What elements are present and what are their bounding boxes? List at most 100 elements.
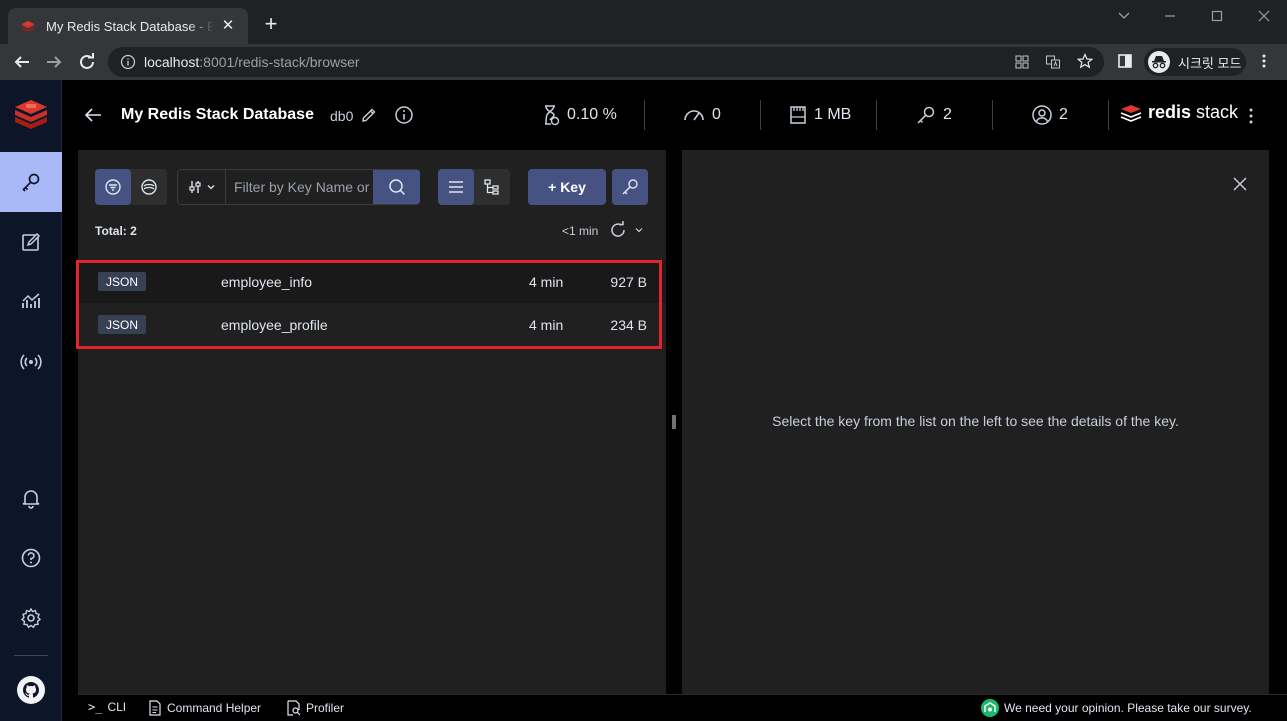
browser-tab[interactable]: My Redis Stack Database - Browser ✕ [8, 8, 248, 44]
sidebar-item-browser[interactable] [0, 152, 62, 212]
key-list-panel: + Key Total: 2 <1 min JSON employee_info… [78, 150, 666, 694]
survey-link[interactable]: We need your opinion. Please take our su… [981, 699, 1252, 717]
info-icon[interactable] [394, 105, 414, 125]
key-icon [22, 173, 40, 192]
stat-divider [1108, 100, 1109, 130]
user-icon [1032, 105, 1052, 125]
document-icon [149, 700, 161, 716]
clients-stat: 2 [1031, 100, 1068, 130]
sidebar-item-help[interactable] [0, 528, 62, 588]
bulk-actions-button[interactable] [612, 169, 648, 205]
pencil-icon[interactable] [360, 107, 377, 124]
back-arrow-icon[interactable] [82, 104, 104, 126]
sidebar-divider [14, 655, 48, 656]
database-name: My Redis Stack Database [121, 106, 314, 123]
cli-button[interactable]: >_ CLI [88, 700, 126, 714]
profile-label: 시크릿 모드 [1178, 55, 1242, 71]
command-helper-label: Command Helper [167, 701, 262, 715]
pattern-search-button[interactable] [95, 169, 131, 205]
sidebar-item-notifications[interactable] [0, 468, 62, 528]
sidebar-item-analysis[interactable] [0, 272, 62, 332]
key-type-badge: JSON [98, 272, 146, 291]
database-header: My Redis Stack Database db0 0.10 % 0 1 M… [62, 80, 1287, 150]
database-index: db0 [330, 108, 354, 124]
memory-card-icon [790, 106, 806, 124]
redis-logo-icon [15, 100, 47, 129]
speedometer-icon [684, 110, 704, 121]
filter-icon [105, 179, 121, 195]
incognito-icon [1148, 51, 1170, 73]
key-size: 927 B [610, 273, 647, 290]
refresh-icon[interactable] [609, 221, 627, 239]
search-mode-toggle [95, 169, 167, 205]
more-options-icon[interactable] [1248, 106, 1254, 126]
tab-close-icon[interactable]: ✕ [220, 18, 236, 34]
close-window-icon[interactable] [1250, 6, 1278, 26]
ops-stat: 0 [682, 100, 721, 130]
wrench-key-icon [622, 179, 638, 195]
cli-label: CLI [107, 700, 127, 714]
redis-favicon-icon [22, 21, 34, 32]
translate-icon[interactable] [1045, 54, 1061, 70]
forward-icon[interactable] [42, 50, 66, 74]
profiler-button[interactable]: Profiler [286, 700, 344, 716]
sidebar-item-settings[interactable] [0, 588, 62, 648]
minimize-icon[interactable] [1156, 6, 1184, 26]
search-icon [388, 179, 405, 196]
main-sidebar [0, 80, 62, 721]
key-name: employee_info [221, 273, 313, 290]
github-icon[interactable] [17, 676, 45, 704]
address-bar[interactable]: localhost:8001/redis-stack/browser [108, 47, 1104, 77]
list-view-button[interactable] [438, 169, 474, 205]
key-ttl: 4 min [529, 273, 564, 290]
close-icon[interactable] [1233, 177, 1247, 191]
sidebar-item-pub-sub[interactable] [0, 332, 62, 392]
search-button[interactable] [373, 170, 420, 204]
chevron-down-icon[interactable] [634, 225, 644, 235]
stat-divider [760, 100, 761, 130]
tree-icon [484, 179, 499, 195]
key-filter-input[interactable] [234, 170, 374, 204]
browser-menu-icon[interactable] [1260, 53, 1268, 69]
terminal-icon: >_ [88, 700, 103, 714]
site-info-icon[interactable] [120, 54, 136, 70]
clients-value: 2 [1059, 106, 1068, 123]
panel-resize-handle[interactable] [670, 414, 678, 430]
stat-divider [992, 100, 993, 130]
url-host: localhost [144, 54, 200, 70]
bookmark-star-icon[interactable] [1077, 53, 1093, 69]
stat-divider [644, 100, 645, 130]
redisearch-button[interactable] [131, 169, 167, 205]
gear-icon [20, 607, 42, 629]
maximize-icon[interactable] [1203, 6, 1231, 26]
back-icon[interactable] [10, 50, 34, 74]
list-icon [449, 181, 463, 193]
command-helper-button[interactable]: Command Helper [148, 700, 261, 716]
bottom-bar: >_ CLI Command Helper Profiler We need y… [78, 694, 1287, 721]
survey-label: We need your opinion. Please take our su… [1004, 701, 1252, 715]
apps-grid-icon[interactable] [1014, 54, 1030, 70]
reload-icon[interactable] [75, 50, 99, 74]
cpu-value: 0.10 % [567, 106, 617, 123]
redis-stack-brand: redis stack [1120, 102, 1238, 123]
incognito-profile-button[interactable]: 시크릿 모드 [1144, 48, 1246, 76]
profiler-label: Profiler [306, 701, 345, 715]
brand-bold: redis [1148, 102, 1192, 122]
bell-icon [22, 490, 40, 509]
side-panel-icon[interactable] [1117, 53, 1133, 69]
add-key-button[interactable]: + Key [528, 169, 606, 205]
key-ttl: 4 min [529, 316, 564, 333]
key-type-filter[interactable] [178, 170, 226, 204]
table-row[interactable]: JSON employee_profile 4 min 234 B [78, 303, 666, 346]
keys-stat: 2 [915, 100, 952, 130]
browser-toolbar: localhost:8001/redis-stack/browser 시크릿 모… [0, 44, 1287, 80]
new-tab-icon[interactable]: + [260, 13, 282, 35]
profiler-search-icon [287, 700, 301, 716]
key-name: employee_profile [221, 316, 328, 333]
hourglass-icon [545, 105, 560, 126]
sidebar-item-workbench[interactable] [0, 212, 62, 272]
table-row[interactable]: JSON employee_info 4 min 927 B [78, 260, 666, 303]
chevron-down-icon[interactable] [1110, 6, 1138, 26]
tree-view-button[interactable] [474, 169, 510, 205]
redisinsight-app: My Redis Stack Database db0 0.10 % 0 1 M… [0, 80, 1287, 721]
